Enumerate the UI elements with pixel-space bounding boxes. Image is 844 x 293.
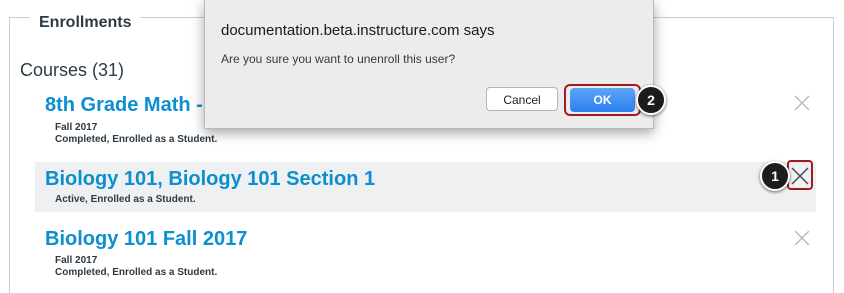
close-icon <box>794 230 810 246</box>
course-status: Completed, Enrolled as a Student. <box>55 267 218 278</box>
course-term: Fall 2017 <box>55 122 98 133</box>
confirm-dialog: documentation.beta.instructure.com says … <box>204 0 654 129</box>
ok-button-highlight: OK <box>564 84 641 116</box>
unenroll-button[interactable] <box>791 92 813 114</box>
close-icon <box>794 95 810 111</box>
step-callout-1: 1 <box>760 161 790 191</box>
course-link[interactable]: 8th Grade Math - <box>45 94 203 117</box>
ok-button[interactable]: OK <box>570 88 635 112</box>
courses-heading: Courses (31) <box>20 60 125 80</box>
cancel-button[interactable]: Cancel <box>486 87 558 111</box>
unenroll-button[interactable] <box>791 227 813 249</box>
course-row: Biology 101 Fall 2017 Fall 2017 Complete… <box>35 226 816 286</box>
dialog-message: Are you sure you want to unenroll this u… <box>221 52 456 66</box>
dialog-title: documentation.beta.instructure.com says <box>221 22 495 39</box>
unenroll-button[interactable] <box>787 160 813 190</box>
close-icon <box>791 167 809 185</box>
course-link[interactable]: Biology 101 Fall 2017 <box>45 228 247 251</box>
course-status: Completed, Enrolled as a Student. <box>55 134 218 145</box>
course-row: Biology 101, Biology 101 Section 1 Activ… <box>35 160 816 212</box>
step-callout-2: 2 <box>636 85 666 115</box>
course-term: Fall 2017 <box>55 255 98 266</box>
course-link[interactable]: Biology 101, Biology 101 Section 1 <box>45 168 375 191</box>
course-status: Active, Enrolled as a Student. <box>55 194 196 205</box>
panel-title: Enrollments <box>30 14 141 32</box>
